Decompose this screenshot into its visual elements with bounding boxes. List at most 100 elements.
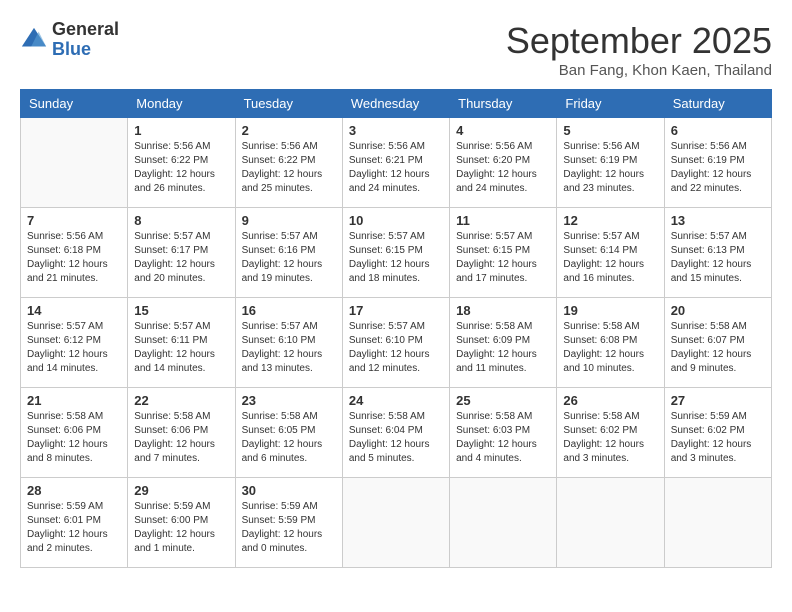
day-number: 16 (242, 303, 336, 318)
calendar-week-row: 21 Sunrise: 5:58 AMSunset: 6:06 PMDayligh… (21, 388, 772, 478)
calendar-cell: 9 Sunrise: 5:57 AMSunset: 6:16 PMDaylight… (235, 208, 342, 298)
day-info: Sunrise: 5:57 AMSunset: 6:15 PMDaylight:… (349, 230, 443, 286)
logo: General Blue (20, 20, 119, 60)
day-number: 29 (134, 483, 228, 498)
day-number: 15 (134, 303, 228, 318)
day-number: 3 (349, 123, 443, 138)
day-number: 5 (563, 123, 657, 138)
day-info: Sunrise: 5:59 AMSunset: 6:00 PMDaylight:… (134, 500, 228, 556)
day-number: 24 (349, 393, 443, 408)
day-number: 21 (27, 393, 121, 408)
day-info: Sunrise: 5:56 AMSunset: 6:22 PMDaylight:… (134, 140, 228, 196)
calendar-week-row: 1 Sunrise: 5:56 AMSunset: 6:22 PMDaylight… (21, 118, 772, 208)
day-info: Sunrise: 5:58 AMSunset: 6:06 PMDaylight:… (134, 410, 228, 466)
calendar-cell: 22 Sunrise: 5:58 AMSunset: 6:06 PMDayligh… (128, 388, 235, 478)
weekday-header-thursday: Thursday (450, 90, 557, 118)
calendar-cell: 28 Sunrise: 5:59 AMSunset: 6:01 PMDayligh… (21, 478, 128, 568)
month-title: September 2025 (506, 20, 772, 62)
day-info: Sunrise: 5:57 AMSunset: 6:15 PMDaylight:… (456, 230, 550, 286)
calendar-cell: 17Sunrise: 5:57 AMSunset: 6:10 PMDayligh… (342, 298, 449, 388)
calendar-cell (342, 478, 449, 568)
day-number: 9 (242, 213, 336, 228)
day-number: 25 (456, 393, 550, 408)
day-info: Sunrise: 5:59 AMSunset: 6:01 PMDaylight:… (27, 500, 121, 556)
day-info: Sunrise: 5:57 AMSunset: 6:17 PMDaylight:… (134, 230, 228, 286)
calendar-cell: 19 Sunrise: 5:58 AMSunset: 6:08 PMDayligh… (557, 298, 664, 388)
day-info: Sunrise: 5:57 AMSunset: 6:13 PMDaylight:… (671, 230, 765, 286)
day-info: Sunrise: 5:57 AMSunset: 6:10 PMDaylight:… (242, 320, 336, 376)
day-info: Sunrise: 5:58 AMSunset: 6:08 PMDaylight:… (563, 320, 657, 376)
logo-blue: Blue (52, 40, 119, 60)
day-info: Sunrise: 5:58 AMSunset: 6:02 PMDaylight:… (563, 410, 657, 466)
day-number: 10 (349, 213, 443, 228)
day-number: 13 (671, 213, 765, 228)
day-number: 7 (27, 213, 121, 228)
page-header: General Blue September 2025 Ban Fang, Kh… (20, 20, 772, 79)
calendar-cell (21, 118, 128, 208)
day-number: 18 (456, 303, 550, 318)
day-info: Sunrise: 5:56 AMSunset: 6:19 PMDaylight:… (563, 140, 657, 196)
day-number: 6 (671, 123, 765, 138)
calendar-cell: 29 Sunrise: 5:59 AMSunset: 6:00 PMDayligh… (128, 478, 235, 568)
weekday-header-friday: Friday (557, 90, 664, 118)
calendar-cell: 26 Sunrise: 5:58 AMSunset: 6:02 PMDayligh… (557, 388, 664, 478)
location-subtitle: Ban Fang, Khon Kaen, Thailand (506, 62, 772, 79)
calendar-cell: 30Sunrise: 5:59 AMSunset: 5:59 PMDayligh… (235, 478, 342, 568)
calendar-cell: 16 Sunrise: 5:57 AMSunset: 6:10 PMDayligh… (235, 298, 342, 388)
calendar-week-row: 14Sunrise: 5:57 AMSunset: 6:12 PMDayligh… (21, 298, 772, 388)
day-number: 8 (134, 213, 228, 228)
day-info: Sunrise: 5:57 AMSunset: 6:14 PMDaylight:… (563, 230, 657, 286)
weekday-header-wednesday: Wednesday (342, 90, 449, 118)
calendar-cell: 12 Sunrise: 5:57 AMSunset: 6:14 PMDayligh… (557, 208, 664, 298)
day-number: 26 (563, 393, 657, 408)
calendar-cell: 1 Sunrise: 5:56 AMSunset: 6:22 PMDaylight… (128, 118, 235, 208)
day-info: Sunrise: 5:58 AMSunset: 6:03 PMDaylight:… (456, 410, 550, 466)
day-info: Sunrise: 5:59 AMSunset: 6:02 PMDaylight:… (671, 410, 765, 466)
day-number: 28 (27, 483, 121, 498)
day-info: Sunrise: 5:56 AMSunset: 6:20 PMDaylight:… (456, 140, 550, 196)
day-info: Sunrise: 5:58 AMSunset: 6:07 PMDaylight:… (671, 320, 765, 376)
day-info: Sunrise: 5:56 AMSunset: 6:19 PMDaylight:… (671, 140, 765, 196)
day-number: 12 (563, 213, 657, 228)
day-number: 30 (242, 483, 336, 498)
calendar-cell: 25 Sunrise: 5:58 AMSunset: 6:03 PMDayligh… (450, 388, 557, 478)
calendar-cell: 8 Sunrise: 5:57 AMSunset: 6:17 PMDaylight… (128, 208, 235, 298)
logo-text: General Blue (52, 20, 119, 60)
weekday-header-tuesday: Tuesday (235, 90, 342, 118)
calendar-cell: 20 Sunrise: 5:58 AMSunset: 6:07 PMDayligh… (664, 298, 771, 388)
day-number: 27 (671, 393, 765, 408)
day-info: Sunrise: 5:56 AMSunset: 6:22 PMDaylight:… (242, 140, 336, 196)
title-block: September 2025 Ban Fang, Khon Kaen, Thai… (506, 20, 772, 79)
calendar-cell: 6 Sunrise: 5:56 AMSunset: 6:19 PMDaylight… (664, 118, 771, 208)
logo-icon (20, 26, 48, 54)
day-info: Sunrise: 5:58 AMSunset: 6:05 PMDaylight:… (242, 410, 336, 466)
day-info: Sunrise: 5:56 AMSunset: 6:18 PMDaylight:… (27, 230, 121, 286)
day-number: 22 (134, 393, 228, 408)
calendar-table: SundayMondayTuesdayWednesdayThursdayFrid… (20, 89, 772, 568)
day-info: Sunrise: 5:58 AMSunset: 6:04 PMDaylight:… (349, 410, 443, 466)
day-info: Sunrise: 5:58 AMSunset: 6:09 PMDaylight:… (456, 320, 550, 376)
day-info: Sunrise: 5:57 AMSunset: 6:10 PMDaylight:… (349, 320, 443, 376)
calendar-header-row: SundayMondayTuesdayWednesdayThursdayFrid… (21, 90, 772, 118)
calendar-cell: 14Sunrise: 5:57 AMSunset: 6:12 PMDayligh… (21, 298, 128, 388)
calendar-cell: 10 Sunrise: 5:57 AMSunset: 6:15 PMDayligh… (342, 208, 449, 298)
day-number: 20 (671, 303, 765, 318)
day-number: 11 (456, 213, 550, 228)
calendar-cell: 2 Sunrise: 5:56 AMSunset: 6:22 PMDaylight… (235, 118, 342, 208)
calendar-cell: 24 Sunrise: 5:58 AMSunset: 6:04 PMDayligh… (342, 388, 449, 478)
logo-general: General (52, 20, 119, 40)
day-number: 19 (563, 303, 657, 318)
calendar-cell: 13 Sunrise: 5:57 AMSunset: 6:13 PMDayligh… (664, 208, 771, 298)
day-info: Sunrise: 5:57 AMSunset: 6:16 PMDaylight:… (242, 230, 336, 286)
day-number: 14 (27, 303, 121, 318)
calendar-week-row: 28 Sunrise: 5:59 AMSunset: 6:01 PMDayligh… (21, 478, 772, 568)
day-number: 4 (456, 123, 550, 138)
weekday-header-monday: Monday (128, 90, 235, 118)
day-number: 2 (242, 123, 336, 138)
calendar-cell: 15 Sunrise: 5:57 AMSunset: 6:11 PMDayligh… (128, 298, 235, 388)
weekday-header-saturday: Saturday (664, 90, 771, 118)
calendar-cell: 5 Sunrise: 5:56 AMSunset: 6:19 PMDaylight… (557, 118, 664, 208)
calendar-cell: 11 Sunrise: 5:57 AMSunset: 6:15 PMDayligh… (450, 208, 557, 298)
day-number: 1 (134, 123, 228, 138)
day-info: Sunrise: 5:57 AMSunset: 6:11 PMDaylight:… (134, 320, 228, 376)
